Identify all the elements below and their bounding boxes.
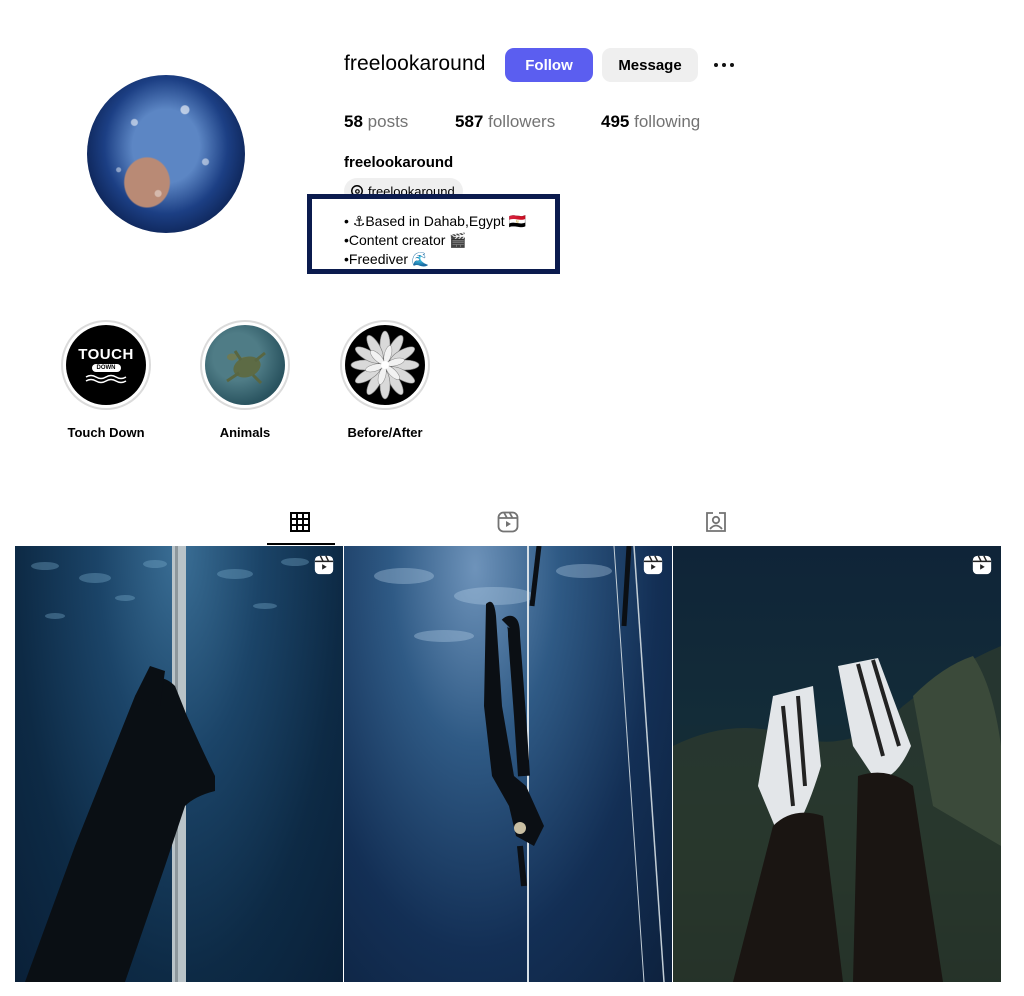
bio-line: • ⚓Based in Dahab,Egypt 🇪🇬 bbox=[344, 213, 526, 229]
post-thumbnail[interactable] bbox=[673, 546, 1001, 982]
reels-icon bbox=[497, 511, 519, 533]
posts-count: 58 posts bbox=[344, 112, 408, 132]
followers-count-label: followers bbox=[488, 112, 556, 131]
highlight-touch-down[interactable]: TOUCH DOWN bbox=[61, 320, 151, 410]
highlight-label: Touch Down bbox=[67, 425, 145, 440]
tab-tagged[interactable] bbox=[702, 508, 730, 536]
posts-count-value: 58 bbox=[344, 112, 363, 131]
highlight-cover bbox=[205, 325, 285, 405]
following-count-label: following bbox=[634, 112, 701, 131]
highlight-cover-title: TOUCH bbox=[78, 346, 134, 363]
highlight-label: Animals bbox=[219, 425, 271, 440]
active-tab-indicator bbox=[267, 543, 335, 545]
highlight-label: Before/After bbox=[347, 425, 423, 440]
grid-icon bbox=[290, 512, 310, 532]
following-count[interactable]: 495 following bbox=[601, 112, 700, 132]
profile-username: freelookaround bbox=[344, 52, 486, 75]
highlight-cover: TOUCH DOWN bbox=[66, 325, 146, 405]
turtle-image bbox=[226, 350, 266, 385]
bio-line: •Content creator 🎬 bbox=[344, 232, 467, 248]
highlight-cover-subtitle: DOWN bbox=[91, 364, 121, 372]
freediver-fins-image bbox=[673, 646, 1001, 982]
freediver-rope-image bbox=[25, 546, 309, 982]
tagged-user-icon bbox=[706, 512, 726, 532]
highlight-animals[interactable] bbox=[200, 320, 290, 410]
reel-icon bbox=[643, 555, 663, 575]
highlight-before-after[interactable] bbox=[340, 320, 430, 410]
post-thumbnail[interactable] bbox=[15, 546, 343, 982]
flower-image bbox=[350, 330, 420, 400]
freediver-descent-image bbox=[374, 546, 665, 982]
following-count-value: 495 bbox=[601, 112, 630, 131]
follow-button[interactable]: Follow bbox=[505, 48, 593, 82]
tab-reels[interactable] bbox=[494, 508, 522, 536]
waves-icon bbox=[85, 374, 127, 384]
post-thumbnail[interactable] bbox=[344, 546, 672, 982]
followers-count[interactable]: 587 followers bbox=[455, 112, 555, 132]
more-options-icon[interactable] bbox=[710, 52, 738, 78]
highlight-cover bbox=[345, 325, 425, 405]
profile-avatar[interactable] bbox=[87, 75, 245, 233]
followers-count-value: 587 bbox=[455, 112, 484, 131]
posts-count-label: posts bbox=[367, 112, 409, 131]
reel-icon bbox=[972, 555, 992, 575]
tab-posts[interactable] bbox=[286, 508, 314, 536]
profile-display-name: freelookaround bbox=[344, 154, 454, 171]
bio-line: •Freediver 🌊 bbox=[344, 251, 430, 267]
reel-icon bbox=[314, 555, 334, 575]
message-button[interactable]: Message bbox=[602, 48, 698, 82]
